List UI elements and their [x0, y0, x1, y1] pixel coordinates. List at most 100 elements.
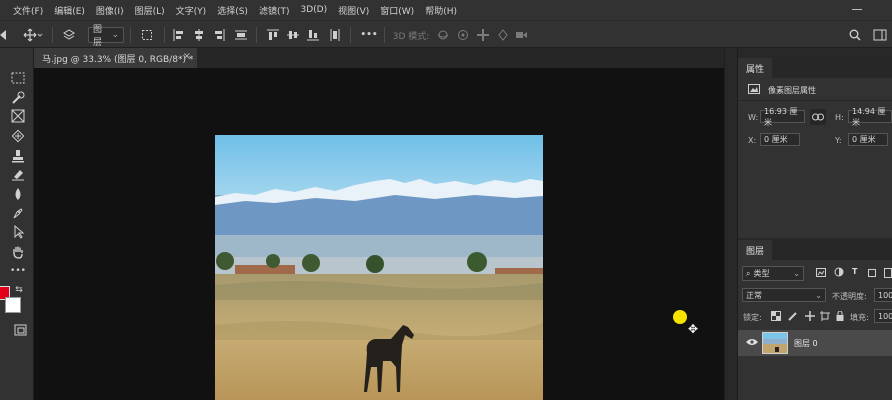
menu-type[interactable]: 文字(Y) [176, 4, 207, 17]
separator [52, 27, 53, 43]
lock-artboard-icon[interactable] [820, 311, 830, 323]
layer-row[interactable]: 图层 0 [738, 330, 892, 356]
separator [130, 27, 131, 43]
lock-pixels-icon[interactable] [788, 311, 798, 323]
document-image[interactable] [215, 135, 543, 400]
distribute-icon[interactable] [234, 27, 248, 43]
fill-label: 填充: [850, 313, 869, 322]
align-left-icon[interactable] [172, 27, 186, 43]
separator [350, 27, 351, 43]
properties-tab-row: 属性 [738, 58, 892, 78]
transform-controls-icon[interactable] [140, 27, 154, 43]
x-label: X: [748, 136, 757, 145]
move-tool-preset-icon[interactable] [22, 27, 44, 43]
path-selection-tool-icon[interactable] [10, 224, 26, 240]
width-label: W: [748, 113, 759, 122]
separator [164, 27, 165, 43]
3d-orbit-icon[interactable] [436, 27, 450, 43]
canvas-area[interactable] [34, 68, 724, 400]
swap-colors-icon[interactable]: ⇆ [14, 282, 24, 298]
3d-scale-icon[interactable] [514, 27, 528, 43]
marquee-tool-icon[interactable] [10, 70, 26, 86]
chevron-down-icon: ⌄ [815, 290, 822, 300]
3d-slide-icon[interactable] [496, 27, 510, 43]
search-icon: ⌕ [746, 268, 751, 278]
opacity-field[interactable]: 100 [874, 288, 892, 302]
document-tab-title: 马.jpg @ 33.3% (图层 0, RGB/8*) * [42, 54, 194, 65]
menu-edit[interactable]: 编辑(E) [54, 4, 85, 17]
minimize-window-icon[interactable] [852, 9, 862, 10]
cursor-highlight [673, 310, 687, 324]
healing-brush-tool-icon[interactable] [10, 128, 26, 144]
lock-label: 锁定: [743, 313, 762, 322]
distribute-vertical-icon[interactable] [328, 27, 342, 43]
link-icon[interactable] [810, 109, 826, 125]
menu-help[interactable]: 帮助(H) [425, 4, 457, 17]
horse-photo [215, 135, 543, 400]
document-tab-bar: 马.jpg @ 33.3% (图层 0, RGB/8*) * × [34, 48, 724, 68]
align-right-icon[interactable] [212, 27, 226, 43]
document-tab[interactable]: 马.jpg @ 33.3% (图层 0, RGB/8*) * × [34, 48, 197, 68]
chevron-down-icon: ⌄ [111, 30, 119, 40]
options-bar: 图层 ⌄ ••• 3D 模式: [0, 20, 892, 48]
blur-tool-icon[interactable] [10, 186, 26, 202]
close-icon[interactable]: × [183, 51, 191, 62]
pen-tool-icon[interactable] [10, 205, 26, 221]
y-field[interactable]: 0 厘米 [848, 133, 888, 146]
menu-file[interactable]: 文件(F) [13, 4, 43, 17]
filter-shape-icon[interactable] [867, 268, 877, 280]
panel-dock-divider[interactable] [724, 48, 738, 400]
hand-tool-icon[interactable] [10, 244, 26, 260]
layer-filter-dropdown[interactable]: ⌕ 类型 ⌄ [742, 266, 804, 281]
menu-image[interactable]: 图像(I) [96, 4, 124, 17]
lock-all-icon[interactable] [836, 310, 844, 323]
y-label: Y: [835, 136, 842, 145]
tab-properties[interactable]: 属性 [738, 58, 773, 78]
properties-section-label: 像素图层属性 [768, 86, 816, 95]
3d-roll-icon[interactable] [456, 27, 470, 43]
3d-pan-icon[interactable] [476, 27, 490, 43]
lock-position-icon[interactable] [805, 311, 815, 323]
auto-select-layers-icon[interactable] [62, 27, 76, 43]
quick-mask-icon[interactable] [12, 322, 28, 338]
width-field[interactable]: 16.93 厘米 [760, 107, 805, 127]
menu-filter[interactable]: 滤镜(T) [259, 4, 290, 17]
search-icon[interactable] [848, 27, 862, 43]
blend-mode-value: 正常 [746, 290, 762, 300]
align-top-icon[interactable] [266, 27, 280, 43]
align-bottom-icon[interactable] [306, 27, 320, 43]
x-field[interactable]: 0 厘米 [760, 133, 800, 146]
menu-window[interactable]: 窗口(W) [380, 4, 414, 17]
filter-adjustment-icon[interactable] [834, 267, 844, 279]
height-field[interactable]: 14.94 厘米 [848, 107, 892, 127]
eraser-tool-icon[interactable] [10, 166, 26, 182]
auto-select-target-value: 图层 [93, 25, 103, 48]
menu-select[interactable]: 选择(S) [217, 4, 248, 17]
visibility-eye-icon[interactable] [746, 338, 758, 348]
layer-thumbnail [762, 332, 788, 354]
menu-3d[interactable]: 3D(D) [300, 5, 327, 15]
clone-stamp-tool-icon[interactable] [10, 148, 26, 164]
fill-field[interactable]: 100 [874, 309, 892, 323]
crop-frame-tool-icon[interactable] [10, 108, 26, 124]
menu-view[interactable]: 视图(V) [338, 4, 369, 17]
blend-mode-dropdown[interactable]: 正常 ⌄ [742, 288, 826, 302]
filter-smart-object-icon[interactable] [884, 268, 892, 280]
layer-name: 图层 0 [794, 339, 818, 348]
lock-transparent-icon[interactable] [771, 311, 781, 323]
background-color-swatch[interactable] [5, 297, 21, 313]
align-hcenter-icon[interactable] [192, 27, 206, 43]
auto-select-target-dropdown[interactable]: 图层 ⌄ [88, 25, 124, 48]
home-icon[interactable] [0, 27, 8, 43]
properties-panel: 属性 像素图层属性 W: 16.93 厘米 H: 14.94 厘米 X: 0 厘… [738, 58, 892, 238]
tab-layers[interactable]: 图层 [738, 240, 773, 260]
filter-pixel-icon[interactable] [816, 268, 826, 279]
align-vcenter-icon[interactable] [286, 27, 300, 43]
quick-selection-tool-icon[interactable] [10, 90, 26, 106]
menu-bar: 文件(F) 编辑(E) 图像(I) 图层(L) 文字(Y) 选择(S) 滤镜(T… [0, 0, 892, 20]
workspace-icon[interactable] [872, 27, 888, 43]
filter-type-icon[interactable]: T [852, 267, 857, 276]
more-options-icon[interactable]: ••• [360, 27, 378, 43]
menu-layer[interactable]: 图层(L) [135, 4, 165, 17]
edit-toolbar-icon[interactable]: ••• [10, 263, 26, 279]
